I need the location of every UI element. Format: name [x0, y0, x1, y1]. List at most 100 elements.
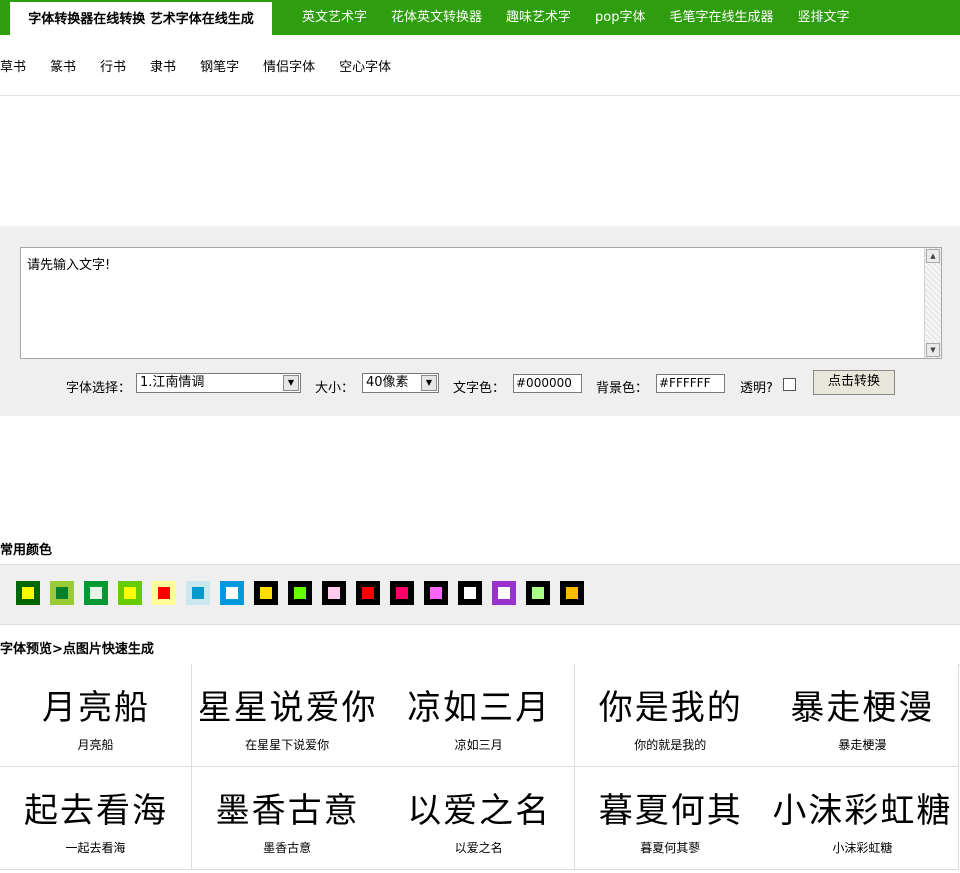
text-color-label: 文字色：	[453, 381, 506, 396]
font-preview-image[interactable]: 月亮船	[8, 676, 184, 732]
text-color-input[interactable]: #000000	[513, 374, 582, 393]
color-swatch-fill	[56, 587, 68, 599]
size-select[interactable]: 40像素 ▼	[362, 373, 439, 393]
common-colors-title: 常用颜色	[0, 543, 53, 558]
font-preview-caption: 暴走梗漫	[838, 738, 887, 752]
bg-color-input[interactable]: #FFFFFF	[656, 374, 725, 393]
font-preview-image[interactable]: 墨香古意	[200, 779, 376, 835]
font-preview-image[interactable]: 以爱之名	[391, 779, 567, 835]
site-title[interactable]: 字体转换器在线转换 艺术字体在线生成	[10, 0, 272, 35]
font-preview-caption: 暮夏何其蓼	[640, 841, 701, 855]
color-swatch[interactable]	[84, 581, 108, 605]
subnav-couple[interactable]: 情侣字体	[263, 56, 315, 75]
font-select-value: 1.江南情调	[140, 375, 205, 390]
nav-vertical-text[interactable]: 竖排文字	[786, 0, 862, 35]
convert-button[interactable]: 点击转换	[813, 370, 895, 395]
font-preview-caption: 月亮船	[77, 738, 114, 752]
color-swatch[interactable]	[322, 581, 346, 605]
text-input-value: 请先输入文字!	[27, 258, 111, 273]
chevron-down-icon: ▼	[283, 375, 299, 391]
subnav-seal[interactable]: 篆书	[50, 56, 76, 75]
divider	[0, 95, 960, 96]
font-preview-caption: 以爱之名	[454, 841, 503, 855]
font-preview-card[interactable]: 凉如三月 凉如三月	[383, 664, 576, 767]
textarea-scrollbar[interactable]: ▲ ▼	[924, 248, 941, 358]
font-preview-caption: 墨香古意	[263, 841, 312, 855]
color-swatch[interactable]	[424, 581, 448, 605]
color-swatch-fill	[362, 587, 374, 599]
font-preview-card[interactable]: 小沫彩虹糖 小沫彩虹糖	[766, 767, 960, 870]
color-swatch-fill	[90, 587, 102, 599]
size-label: 大小：	[315, 381, 355, 396]
color-swatch-fill	[328, 587, 340, 599]
color-swatch-fill	[464, 587, 476, 599]
font-preview-image[interactable]: 暮夏何其	[583, 779, 759, 835]
font-preview-image[interactable]: 凉如三月	[391, 676, 567, 732]
color-swatch-fill	[566, 587, 578, 599]
color-swatch-fill	[158, 587, 170, 599]
color-swatch-fill	[532, 587, 544, 599]
subnav-pen[interactable]: 钢笔字	[200, 56, 239, 75]
text-input[interactable]: 请先输入文字! ▲ ▼	[20, 247, 942, 359]
subnav-clerical[interactable]: 隶书	[150, 56, 176, 75]
font-style-nav: 草书 篆书 行书 隶书 钢笔字 情侣字体 空心字体	[0, 56, 415, 75]
color-swatch[interactable]	[526, 581, 550, 605]
top-nav: 英文艺术字 花体英文转换器 趣味艺术字 pop字体 毛笔字在线生成器 竖排文字	[290, 0, 862, 35]
color-swatch-fill	[430, 587, 442, 599]
nav-fancy-english[interactable]: 花体英文转换器	[379, 0, 494, 35]
subnav-cursive[interactable]: 草书	[0, 56, 26, 75]
font-preview-image[interactable]: 你是我的	[583, 676, 759, 732]
color-swatch[interactable]	[186, 581, 210, 605]
font-preview-caption: 一起去看海	[65, 841, 126, 855]
color-swatch-fill	[22, 587, 34, 599]
font-preview-image[interactable]: 小沫彩虹糖	[774, 779, 950, 835]
font-preview-caption: 小沫彩虹糖	[832, 841, 893, 855]
font-preview-caption: 凉如三月	[454, 738, 503, 752]
color-swatch[interactable]	[118, 581, 142, 605]
color-palette	[0, 564, 960, 625]
font-preview-image[interactable]: 星星说爱你	[200, 676, 376, 732]
color-swatch[interactable]	[356, 581, 380, 605]
nav-english-art[interactable]: 英文艺术字	[290, 0, 379, 35]
nav-brush-font[interactable]: 毛笔字在线生成器	[658, 0, 786, 35]
font-preview-card[interactable]: 暴走梗漫 暴走梗漫	[766, 664, 960, 767]
color-swatch[interactable]	[220, 581, 244, 605]
font-preview-card[interactable]: 以爱之名 以爱之名	[383, 767, 576, 870]
nav-fun-art[interactable]: 趣味艺术字	[494, 0, 583, 35]
nav-pop-font[interactable]: pop字体	[583, 0, 657, 35]
color-swatch[interactable]	[288, 581, 312, 605]
font-preview-card[interactable]: 墨香古意 墨香古意	[191, 767, 384, 870]
converter-controls: 字体选择： 1.江南情调 ▼ 大小： 40像素 ▼ 文字色： #000000 背…	[0, 370, 960, 398]
font-preview-image[interactable]: 暴走梗漫	[774, 676, 950, 732]
converter-panel: 请先输入文字! ▲ ▼ 字体选择： 1.江南情调 ▼ 大小： 40像素 ▼ 文字…	[0, 226, 960, 416]
color-swatch[interactable]	[152, 581, 176, 605]
chevron-down-icon: ▼	[421, 375, 437, 391]
subnav-running[interactable]: 行书	[100, 56, 126, 75]
color-swatch[interactable]	[254, 581, 278, 605]
font-preview-card[interactable]: 起去看海 一起去看海	[0, 767, 192, 870]
scroll-down-icon[interactable]: ▼	[926, 343, 940, 357]
font-preview-image[interactable]: 起去看海	[8, 779, 184, 835]
color-swatch[interactable]	[390, 581, 414, 605]
font-preview-card[interactable]: 星星说爱你在星星下说爱你	[191, 664, 384, 767]
font-select-label: 字体选择：	[66, 381, 132, 396]
color-swatch[interactable]	[50, 581, 74, 605]
transparent-checkbox[interactable]	[783, 378, 796, 391]
subnav-hollow[interactable]: 空心字体	[339, 56, 391, 75]
font-preview-caption: 在星星下说爱你	[245, 738, 330, 752]
color-swatch[interactable]	[492, 581, 516, 605]
color-swatch-fill	[498, 587, 510, 599]
size-select-value: 40像素	[366, 375, 409, 390]
color-swatch[interactable]	[560, 581, 584, 605]
color-swatch-fill	[260, 587, 272, 599]
color-swatch[interactable]	[16, 581, 40, 605]
font-preview-card[interactable]: 你是我的你的就是我的	[574, 664, 767, 767]
font-preview-card[interactable]: 暮夏何其 暮夏何其蓼	[574, 767, 767, 870]
font-preview-card[interactable]: 月亮船 月亮船	[0, 664, 192, 767]
font-preview-caption: 你的就是我的	[634, 738, 707, 752]
color-swatch-fill	[396, 587, 408, 599]
color-swatch[interactable]	[458, 581, 482, 605]
color-swatch-fill	[124, 587, 136, 599]
scroll-up-icon[interactable]: ▲	[926, 249, 940, 263]
font-select[interactable]: 1.江南情调 ▼	[136, 373, 301, 393]
